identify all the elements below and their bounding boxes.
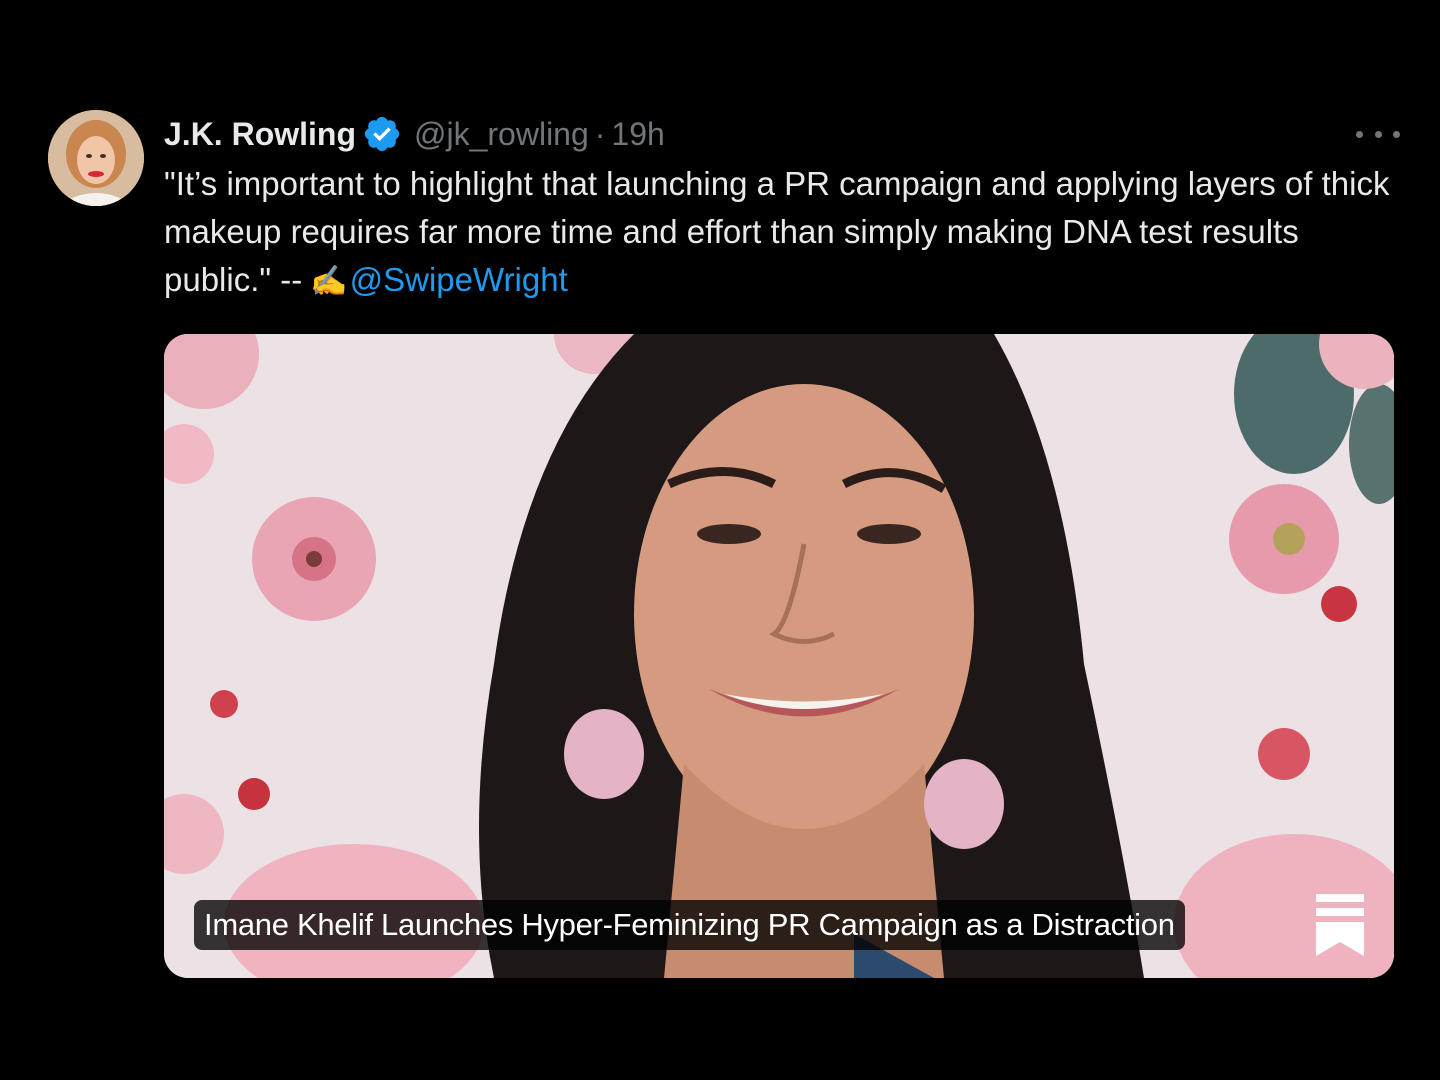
writing-hand-emoji: ✍️ (310, 265, 348, 298)
author-handle[interactable]: @jk_rowling (414, 108, 589, 160)
more-options-icon[interactable] (1356, 118, 1400, 150)
tweet-content: J.K. Rowling @jk_rowling · 19h "It’s imp… (164, 108, 1400, 978)
tweet-timestamp[interactable]: 19h (611, 108, 664, 160)
author-avatar[interactable] (48, 110, 144, 206)
tweet-card[interactable]: J.K. Rowling @jk_rowling · 19h "It’s imp… (48, 108, 1400, 988)
tweet-header: J.K. Rowling @jk_rowling · 19h (164, 108, 1400, 160)
more-dot (1374, 130, 1382, 138)
more-dot (1393, 130, 1400, 138)
verified-badge-icon (362, 114, 402, 154)
media-caption: Imane Khelif Launches Hyper-Feminizing P… (194, 900, 1185, 950)
header-separator: · (594, 116, 606, 152)
tweet-text: "It’s important to highlight that launch… (164, 160, 1400, 306)
tweet-media-image[interactable]: Imane Khelif Launches Hyper-Feminizing P… (164, 334, 1394, 978)
mention-link[interactable]: @SwipeWright (350, 261, 568, 298)
more-dot (1356, 130, 1363, 138)
author-name[interactable]: J.K. Rowling (164, 108, 356, 160)
substack-bookmark-icon (1310, 890, 1370, 960)
